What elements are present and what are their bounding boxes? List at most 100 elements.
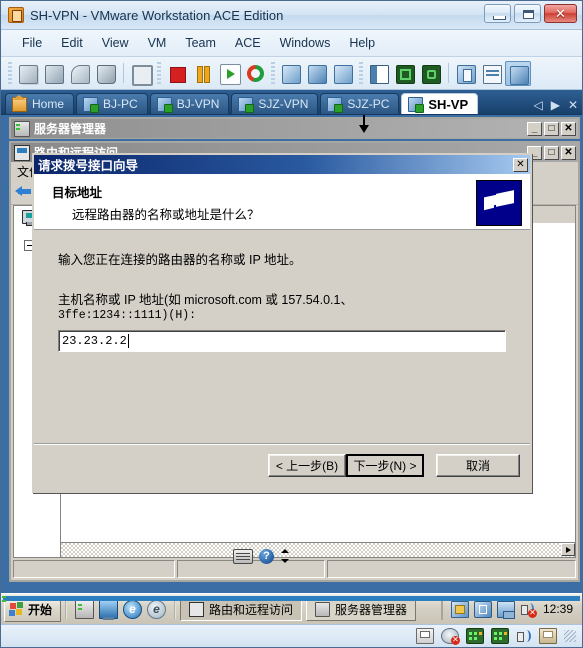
scroll-right-arrow[interactable]: [561, 543, 575, 556]
demand-dial-wizard-dialog[interactable]: 请求拨号接口向导 ✕ 目标地址 远程路由器的名称或地址是什么？ 输入您正在连接的…: [32, 153, 532, 493]
tab-label: SJZ-VPN: [258, 97, 309, 111]
menu-file[interactable]: File: [13, 33, 51, 53]
hard-disk-device-icon[interactable]: ✕: [441, 628, 460, 645]
tab-sh-vpn[interactable]: SH-VP: [401, 93, 479, 114]
console-view-button[interactable]: [505, 60, 531, 86]
menu-view[interactable]: View: [93, 33, 138, 53]
internet-explorer-icon[interactable]: e: [123, 599, 143, 619]
clone-button[interactable]: [278, 61, 304, 86]
sidebar-button[interactable]: [366, 61, 392, 86]
fullscreen-button[interactable]: [392, 61, 418, 86]
server-manager-task-icon: [315, 601, 331, 617]
network-adapter-1-icon[interactable]: [466, 628, 484, 644]
menu-windows[interactable]: Windows: [271, 33, 340, 53]
mmc-lower-widgets: ?: [233, 548, 289, 564]
printer-device-icon[interactable]: [539, 628, 557, 644]
help-icon[interactable]: ?: [259, 548, 274, 564]
tab-sjz-vpn[interactable]: SJZ-VPN: [231, 93, 319, 114]
back-button[interactable]: < 上一步(B): [268, 454, 346, 477]
maximize-button[interactable]: □: [544, 121, 559, 136]
close-button[interactable]: ✕: [544, 4, 577, 23]
browser-icon[interactable]: e: [147, 599, 167, 619]
list-horizontal-scrollbar[interactable]: [61, 542, 575, 557]
tab-prev-button[interactable]: ◁: [533, 98, 542, 112]
menu-ace[interactable]: ACE: [226, 33, 270, 53]
dialog-heading: 目标地址: [52, 186, 103, 200]
snapshot-button[interactable]: [15, 61, 41, 86]
maximize-button[interactable]: [514, 4, 541, 23]
keyboard-icon[interactable]: [233, 548, 253, 564]
dialog-header: 目标地址 远程路由器的名称或地址是什么？: [34, 174, 530, 230]
team-button[interactable]: [304, 61, 330, 86]
server-manager-window[interactable]: 服务器管理器 _ □ ✕: [9, 117, 580, 139]
show-desktop-icon[interactable]: [99, 599, 119, 620]
tab-close-button[interactable]: ✕: [568, 98, 578, 112]
window-titlebar: SH-VPN - VMware Workstation ACE Edition …: [1, 1, 582, 30]
spinner-icon[interactable]: [280, 548, 289, 564]
snapshot-manager-button[interactable]: [41, 61, 67, 86]
taskbar-item-label: 服务器管理器: [335, 602, 408, 617]
taskbar-divider: [65, 599, 68, 619]
dialog-instruction: 输入您正在连接的路由器的名称或 IP 地址。: [58, 253, 302, 267]
clone-icon: [282, 64, 301, 84]
settings-button[interactable]: [330, 61, 356, 86]
taskbar-clock[interactable]: 12:39: [541, 602, 573, 616]
reset-button[interactable]: [242, 61, 268, 86]
windows-flag-icon: [9, 602, 24, 616]
power-on-button[interactable]: [216, 61, 242, 86]
server-manager-titlebar: 服务器管理器 _ □ ✕: [11, 119, 578, 138]
floppy-device-icon[interactable]: [416, 628, 434, 644]
tray-volume-muted-icon[interactable]: ✕: [520, 602, 537, 618]
vm-icon: [238, 96, 255, 113]
next-button[interactable]: 下一步(N) >: [346, 454, 424, 477]
sidebar-icon: [370, 64, 389, 84]
rras-icon: [14, 144, 30, 161]
summary-button[interactable]: [479, 61, 505, 86]
taskbar-item-rras[interactable]: 路由和远程访问: [180, 597, 303, 621]
suspend-button[interactable]: [190, 61, 216, 86]
menu-edit[interactable]: Edit: [52, 33, 92, 53]
tab-next-button[interactable]: ▶: [551, 98, 560, 112]
tab-sjz-pc[interactable]: SJZ-PC: [320, 93, 400, 114]
tab-bj-vpn[interactable]: BJ-VPN: [149, 93, 230, 114]
taskbar-divider-2: [174, 599, 177, 619]
toolbar-grip-2[interactable]: [157, 62, 161, 84]
sound-device-icon[interactable]: [516, 629, 532, 643]
minimize-button[interactable]: _: [527, 121, 542, 136]
address-input[interactable]: 23.23.2.2: [58, 330, 506, 352]
dialog-close-button[interactable]: ✕: [513, 157, 528, 172]
windows-taskbar: 开始 e e 路由和远程访问 服务器管理器 ✕ 12:39: [1, 593, 582, 624]
tab-home[interactable]: Home: [5, 93, 75, 114]
revert-snapshot-button[interactable]: [67, 61, 93, 86]
toolbar-grip-4[interactable]: [359, 62, 363, 84]
main-menubar: File Edit View VM Team ACE Windows Help: [1, 30, 582, 57]
tray-vmware-icon[interactable]: [473, 600, 492, 618]
minimize-button[interactable]: [484, 4, 511, 23]
capture-screen-button[interactable]: [128, 61, 154, 86]
network-adapter-2-icon[interactable]: [491, 628, 509, 644]
tray-vm-tools-icon[interactable]: [450, 600, 469, 618]
vm-icon: [408, 96, 425, 113]
unity-button[interactable]: [418, 61, 444, 86]
cancel-button[interactable]: 取消: [436, 454, 520, 477]
server-manager-quick-icon[interactable]: [75, 599, 95, 619]
menu-help[interactable]: Help: [340, 33, 384, 53]
resize-grip-icon[interactable]: [564, 630, 576, 642]
maximize-button[interactable]: □: [544, 145, 559, 160]
menu-team[interactable]: Team: [176, 33, 225, 53]
snapshot-icon: [19, 64, 38, 84]
preferences-button[interactable]: [453, 61, 479, 86]
tab-bj-pc[interactable]: BJ-PC: [76, 93, 148, 114]
close-button[interactable]: ✕: [561, 121, 576, 136]
text-caret: [127, 334, 129, 348]
menu-vm[interactable]: VM: [139, 33, 176, 53]
toolbar-grip[interactable]: [8, 62, 12, 84]
tray-network-icon[interactable]: [496, 600, 515, 619]
power-off-button[interactable]: [164, 61, 190, 86]
dialog-footer: < 上一步(B) 下一步(N) > 取消: [34, 443, 530, 491]
toolbar-grip-3[interactable]: [271, 62, 275, 84]
close-button[interactable]: ✕: [561, 145, 576, 160]
suspend-icon: [196, 65, 210, 83]
usb-devices-button[interactable]: [93, 61, 119, 86]
address-field-label-line1: 主机名称或 IP 地址(如 microsoft.com 或 157.54.0.1…: [58, 293, 353, 307]
